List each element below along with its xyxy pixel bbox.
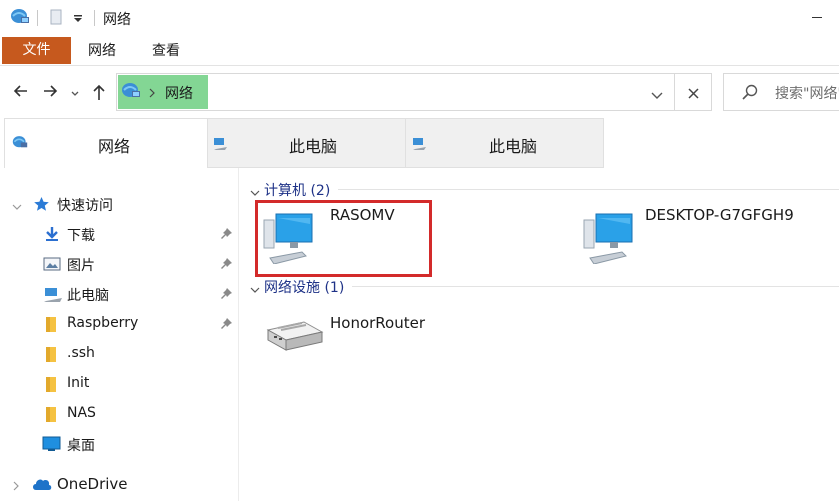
computer-name: DESKTOP-G7GFGH9 — [645, 206, 794, 224]
computer-item-desktop[interactable]: DESKTOP-G7GFGH9 — [582, 200, 837, 270]
address-row: 网络 — [0, 66, 839, 118]
pin-icon[interactable] — [220, 257, 233, 274]
folder-icon — [45, 316, 57, 337]
close-icon — [688, 87, 699, 103]
group-divider — [338, 189, 839, 190]
minimize-button[interactable] — [812, 17, 822, 18]
chevron-down-icon[interactable] — [12, 199, 22, 215]
tab-network-folder[interactable]: 网络 — [4, 118, 208, 168]
tab-label: 此电脑 — [489, 137, 538, 156]
sidebar-item-this-pc[interactable]: 此电脑 — [0, 279, 239, 309]
sidebar-item-label: NAS — [67, 405, 96, 421]
tab-label: 此电脑 — [289, 137, 338, 156]
this-pc-icon — [42, 287, 64, 307]
network-icon — [121, 82, 141, 104]
sidebar-item-onedrive[interactable]: OneDrive — [0, 469, 239, 499]
tab-network[interactable]: 网络 — [88, 37, 116, 64]
sidebar-item-desktop[interactable]: 桌面 — [0, 429, 239, 459]
group-header-label: 网络设施 (1) — [264, 280, 345, 296]
search-icon — [742, 84, 758, 104]
forward-arrow-icon[interactable] — [42, 83, 60, 101]
back-arrow-icon[interactable] — [13, 83, 31, 101]
pin-icon[interactable] — [220, 287, 233, 304]
group-divider — [352, 286, 839, 287]
tab-view[interactable]: 查看 — [152, 37, 180, 64]
search-placeholder: 搜索"网络" — [775, 86, 839, 102]
sidebar-item-label: 图片 — [67, 258, 95, 274]
sidebar-item-label: 桌面 — [67, 438, 95, 454]
tab-label: 网络 — [98, 137, 131, 156]
sidebar-item-label: Init — [67, 375, 90, 391]
network-icon[interactable] — [10, 8, 30, 30]
address-current-label: 网络 — [165, 86, 193, 102]
sidebar-item-label: Raspberry — [67, 315, 139, 331]
navigation-pane: 快速访问 下载 图片 此电脑 Raspberry .ssh Init NAS 桌… — [0, 168, 239, 501]
sidebar-item-label: 此电脑 — [67, 288, 109, 304]
tab-this-pc-1[interactable]: 此电脑 — [207, 118, 406, 168]
computer-icon — [262, 206, 322, 268]
folder-icon — [45, 406, 57, 427]
ribbon: 文件 网络 查看 — [0, 37, 839, 66]
file-tab[interactable]: 文件 — [2, 37, 71, 64]
router-icon — [262, 318, 324, 358]
computer-icon — [582, 206, 642, 268]
download-icon — [45, 226, 59, 246]
clear-address-button[interactable] — [675, 73, 712, 111]
group-header-computers[interactable]: 计算机 (2) — [240, 178, 839, 200]
sidebar-item-pictures[interactable]: 图片 — [0, 249, 239, 279]
tab-this-pc-2[interactable]: 此电脑 — [405, 118, 604, 168]
group-header-label: 计算机 (2) — [264, 183, 331, 199]
window-title: 网络 — [103, 12, 131, 28]
network-icon — [12, 135, 28, 154]
chevron-down-icon[interactable] — [250, 282, 260, 298]
title-bar: 网络 — [0, 0, 839, 37]
address-bar[interactable]: 网络 — [116, 73, 675, 111]
customize-toolbar-icon[interactable] — [73, 12, 83, 28]
this-pc-icon — [213, 137, 229, 155]
sidebar-item-nas[interactable]: NAS — [0, 399, 239, 429]
separator — [94, 10, 95, 26]
this-pc-icon — [412, 137, 428, 155]
pin-icon[interactable] — [220, 317, 233, 334]
desktop-icon — [42, 436, 61, 456]
sidebar-item-label: 下载 — [67, 228, 95, 244]
sidebar-item-downloads[interactable]: 下载 — [0, 219, 239, 249]
recent-locations-icon[interactable] — [70, 86, 88, 104]
sidebar-item-label: .ssh — [67, 345, 95, 361]
sidebar-item-label: OneDrive — [57, 475, 128, 493]
network-device-item-honorrouter[interactable]: HonorRouter — [262, 300, 562, 370]
pictures-icon — [43, 257, 61, 275]
sidebar-item-quick-access[interactable]: 快速访问 — [0, 189, 239, 219]
pin-icon[interactable] — [220, 227, 233, 244]
sidebar-item-ssh[interactable]: .ssh — [0, 339, 239, 369]
sidebar-item-raspberry[interactable]: Raspberry — [0, 309, 239, 339]
address-dropdown-icon[interactable] — [651, 88, 663, 104]
chevron-down-icon[interactable] — [250, 185, 260, 201]
separator — [37, 10, 38, 26]
folder-icon — [45, 346, 57, 367]
file-list: 计算机 (2) RASOMV DESKTOP-G7GFGH9 网络设施 (1) … — [240, 168, 839, 501]
address-current-location[interactable]: 网络 — [118, 75, 208, 109]
properties-icon[interactable] — [49, 8, 63, 30]
folder-icon — [45, 376, 57, 397]
sidebar-item-label: 快速访问 — [57, 198, 113, 214]
group-header-network-devices[interactable]: 网络设施 (1) — [240, 275, 839, 297]
sidebar-item-init[interactable]: Init — [0, 369, 239, 399]
onedrive-cloud-icon — [31, 477, 52, 495]
breadcrumb-chevron-icon[interactable] — [148, 86, 156, 102]
search-input[interactable]: 搜索"网络" — [723, 73, 839, 111]
computer-item-rasomv[interactable]: RASOMV — [262, 200, 562, 270]
device-name: HonorRouter — [330, 314, 426, 332]
folder-tabs: 网络 此电脑 此电脑 — [0, 118, 839, 168]
chevron-right-icon[interactable] — [12, 479, 20, 495]
computer-name: RASOMV — [330, 206, 395, 224]
up-arrow-icon[interactable] — [91, 83, 109, 101]
star-icon — [33, 196, 50, 216]
